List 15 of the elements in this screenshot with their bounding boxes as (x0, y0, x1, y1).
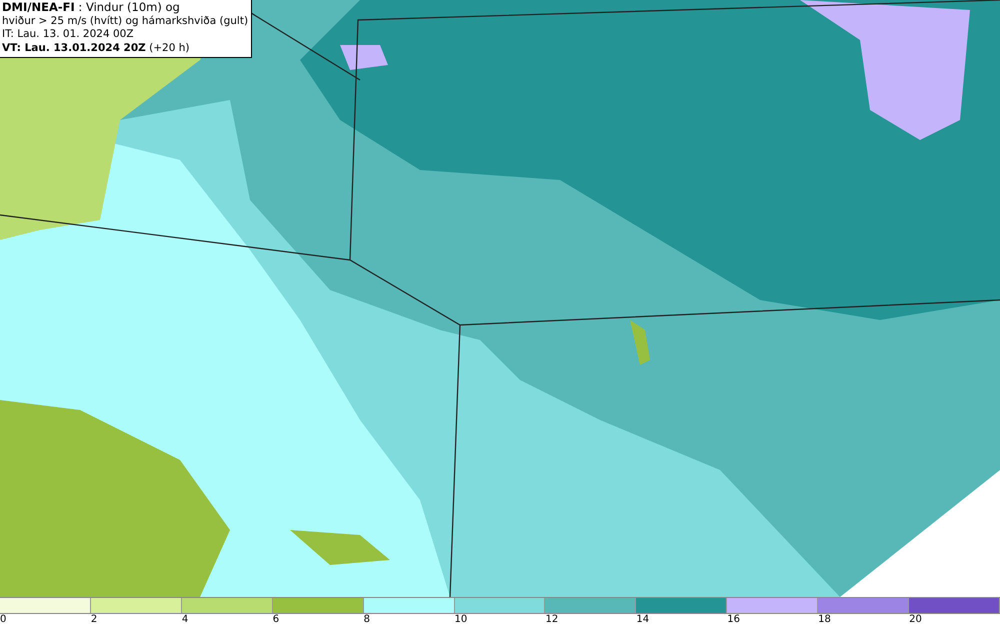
legend-label: 6 (272, 614, 280, 626)
legend-label: 10 (454, 614, 468, 626)
legend-label: 18 (818, 614, 831, 626)
title-text: DMI/NEA-FI : Vindur (10m) og (2, 1, 181, 14)
title-text: hviður > 25 m/s (hvítt) og hámarkshviða (gult) (2, 14, 248, 28)
legend-label: 16 (727, 614, 740, 626)
legend-label: 14 (636, 614, 650, 626)
legend-label: 4 (182, 614, 188, 626)
legend-label: 0 (0, 614, 6, 626)
title-text: VT: Lau. 13.01.2024 20Z (+20 h) (2, 42, 190, 55)
legend-label: 20 (909, 614, 922, 626)
legend-label: 2 (90, 614, 98, 626)
title-text: IT: Lau. 13. 01. 2024 00Z (2, 28, 135, 42)
legend-label: 8 (364, 614, 370, 626)
legend-label: 12 (545, 614, 558, 626)
